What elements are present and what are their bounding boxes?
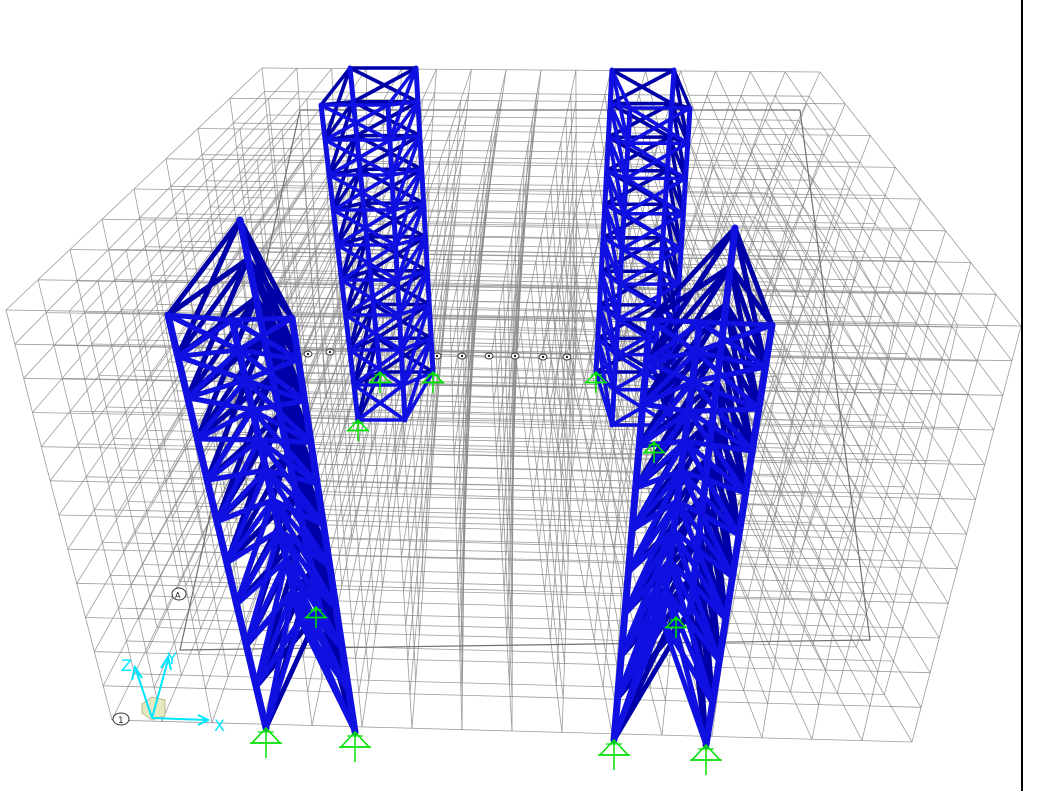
model-3d-viewport[interactable]: 1 A X Y Z <box>0 0 1022 791</box>
grid-bubble-dot <box>306 352 310 356</box>
axis-triad: X Y Z <box>121 649 225 735</box>
grid-bubble-dot <box>460 354 464 358</box>
pin-support <box>339 730 371 762</box>
brace-member[interactable] <box>194 436 262 443</box>
x-axis-label: X <box>214 716 225 735</box>
grid-line <box>861 324 958 741</box>
grid-line <box>5 309 113 721</box>
pin-support <box>598 738 630 770</box>
strut-member[interactable] <box>697 319 775 328</box>
pin-support <box>250 726 282 758</box>
grid-line <box>911 325 1022 743</box>
grid-line <box>69 249 158 628</box>
grid-line <box>37 279 135 674</box>
grid-bubble-dot <box>541 355 545 359</box>
brace-member[interactable] <box>685 406 762 415</box>
pin-support <box>690 743 722 775</box>
grid-bubble-dot <box>435 354 439 358</box>
grid-bubble-dot <box>328 350 332 354</box>
structure-model-canvas[interactable]: 1 A X Y Z <box>0 0 1022 791</box>
z-axis-label: Z <box>121 656 132 675</box>
strut-member[interactable] <box>647 317 703 325</box>
grid-bubble-dot <box>487 354 491 358</box>
y-axis-label: Y <box>166 649 177 668</box>
grid-bubble-1-label: 1 <box>118 716 124 726</box>
grid-line <box>101 219 180 582</box>
grid-line <box>125 250 202 629</box>
grid-bubble-dot <box>513 354 517 358</box>
adjacent-view-pane[interactable] <box>1023 0 1039 791</box>
x-axis-arrow <box>151 717 207 721</box>
grid-bubble-dot <box>565 355 569 359</box>
structural-grid <box>5 67 1022 743</box>
grid-bubble-a-label: A <box>175 591 181 600</box>
front-left-tower[interactable] <box>164 216 359 736</box>
